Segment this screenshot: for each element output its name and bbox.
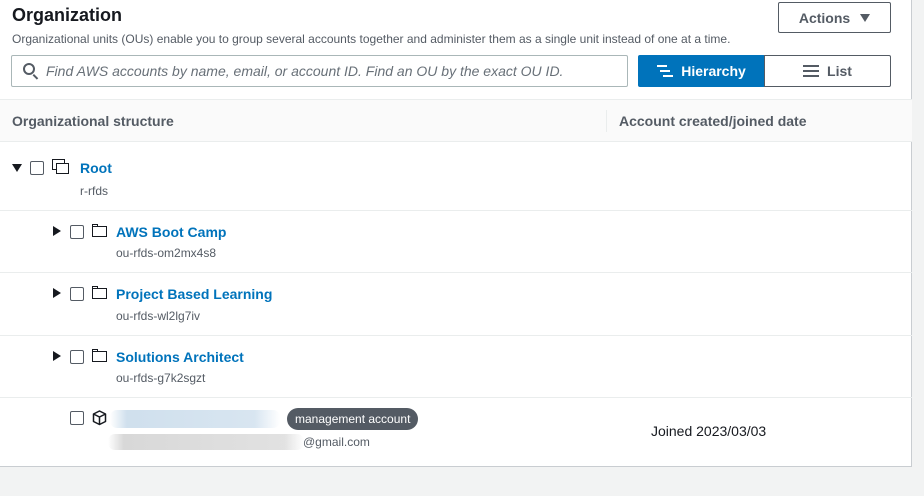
- redacted-account-email: [108, 434, 304, 450]
- account-email-suffix: @gmail.com: [303, 435, 370, 449]
- ou-checkbox[interactable]: [70, 350, 84, 364]
- redacted-account-name: [110, 410, 280, 428]
- expand-caret-icon[interactable]: [53, 351, 61, 361]
- ou-name-link[interactable]: AWS Boot Camp: [116, 224, 226, 240]
- ou-checkbox[interactable]: [70, 225, 84, 239]
- folder-icon: [92, 349, 107, 362]
- column-header-joined-date[interactable]: Account created/joined date: [619, 113, 806, 129]
- ou-id: ou-rfds-wl2lg7iv: [116, 309, 201, 323]
- organization-root-icon: [52, 159, 69, 174]
- column-divider: [606, 110, 607, 132]
- root-id: r-rfds: [80, 184, 108, 198]
- column-header-structure[interactable]: Organizational structure: [12, 113, 174, 129]
- expand-caret-icon[interactable]: [53, 226, 61, 236]
- root-checkbox[interactable]: [30, 161, 44, 175]
- folder-icon: [92, 224, 107, 237]
- account-checkbox[interactable]: [70, 411, 84, 425]
- hierarchy-view-label: Hierarchy: [681, 63, 746, 79]
- tree-row-ou: Project Based Learning ou-rfds-wl2lg7iv: [0, 273, 912, 336]
- actions-button-label: Actions: [798, 9, 851, 26]
- search-box[interactable]: [11, 55, 628, 87]
- account-icon: [92, 410, 107, 426]
- actions-button[interactable]: Actions: [778, 2, 891, 33]
- tree-row-ou: AWS Boot Camp ou-rfds-om2mx4s8: [0, 211, 912, 273]
- ou-name-link[interactable]: Project Based Learning: [116, 286, 272, 302]
- list-icon: [803, 65, 820, 77]
- table-header: Organizational structure Account created…: [0, 100, 912, 142]
- ou-checkbox[interactable]: [70, 287, 84, 301]
- root-name-link[interactable]: Root: [80, 160, 112, 176]
- collapse-caret-icon[interactable]: [12, 164, 22, 172]
- caret-down-icon: [860, 13, 871, 22]
- hierarchy-icon: [657, 65, 674, 77]
- page-title: Organization: [12, 5, 123, 25]
- list-view-label: List: [827, 63, 852, 79]
- search-input[interactable]: [46, 63, 616, 79]
- list-view-button[interactable]: List: [764, 55, 891, 87]
- folder-icon: [92, 286, 107, 299]
- expand-caret-icon[interactable]: [53, 288, 61, 298]
- ou-id: ou-rfds-om2mx4s8: [116, 246, 217, 260]
- management-account-badge: management account: [287, 408, 419, 430]
- ou-name-link[interactable]: Solutions Architect: [116, 349, 244, 365]
- search-icon: [20, 60, 42, 82]
- account-joined-date: Joined 2023/03/03: [651, 423, 767, 439]
- hierarchy-view-button[interactable]: Hierarchy: [638, 55, 765, 87]
- ou-id: ou-rfds-g7k2sgzt: [116, 371, 206, 385]
- tree-row-ou: Solutions Architect ou-rfds-g7k2sgzt: [0, 336, 912, 398]
- tree-row-root: Root r-rfds: [0, 143, 912, 211]
- page-description: Organizational units (OUs) enable you to…: [12, 32, 731, 46]
- organization-panel: Organization Organizational units (OUs) …: [0, 0, 912, 467]
